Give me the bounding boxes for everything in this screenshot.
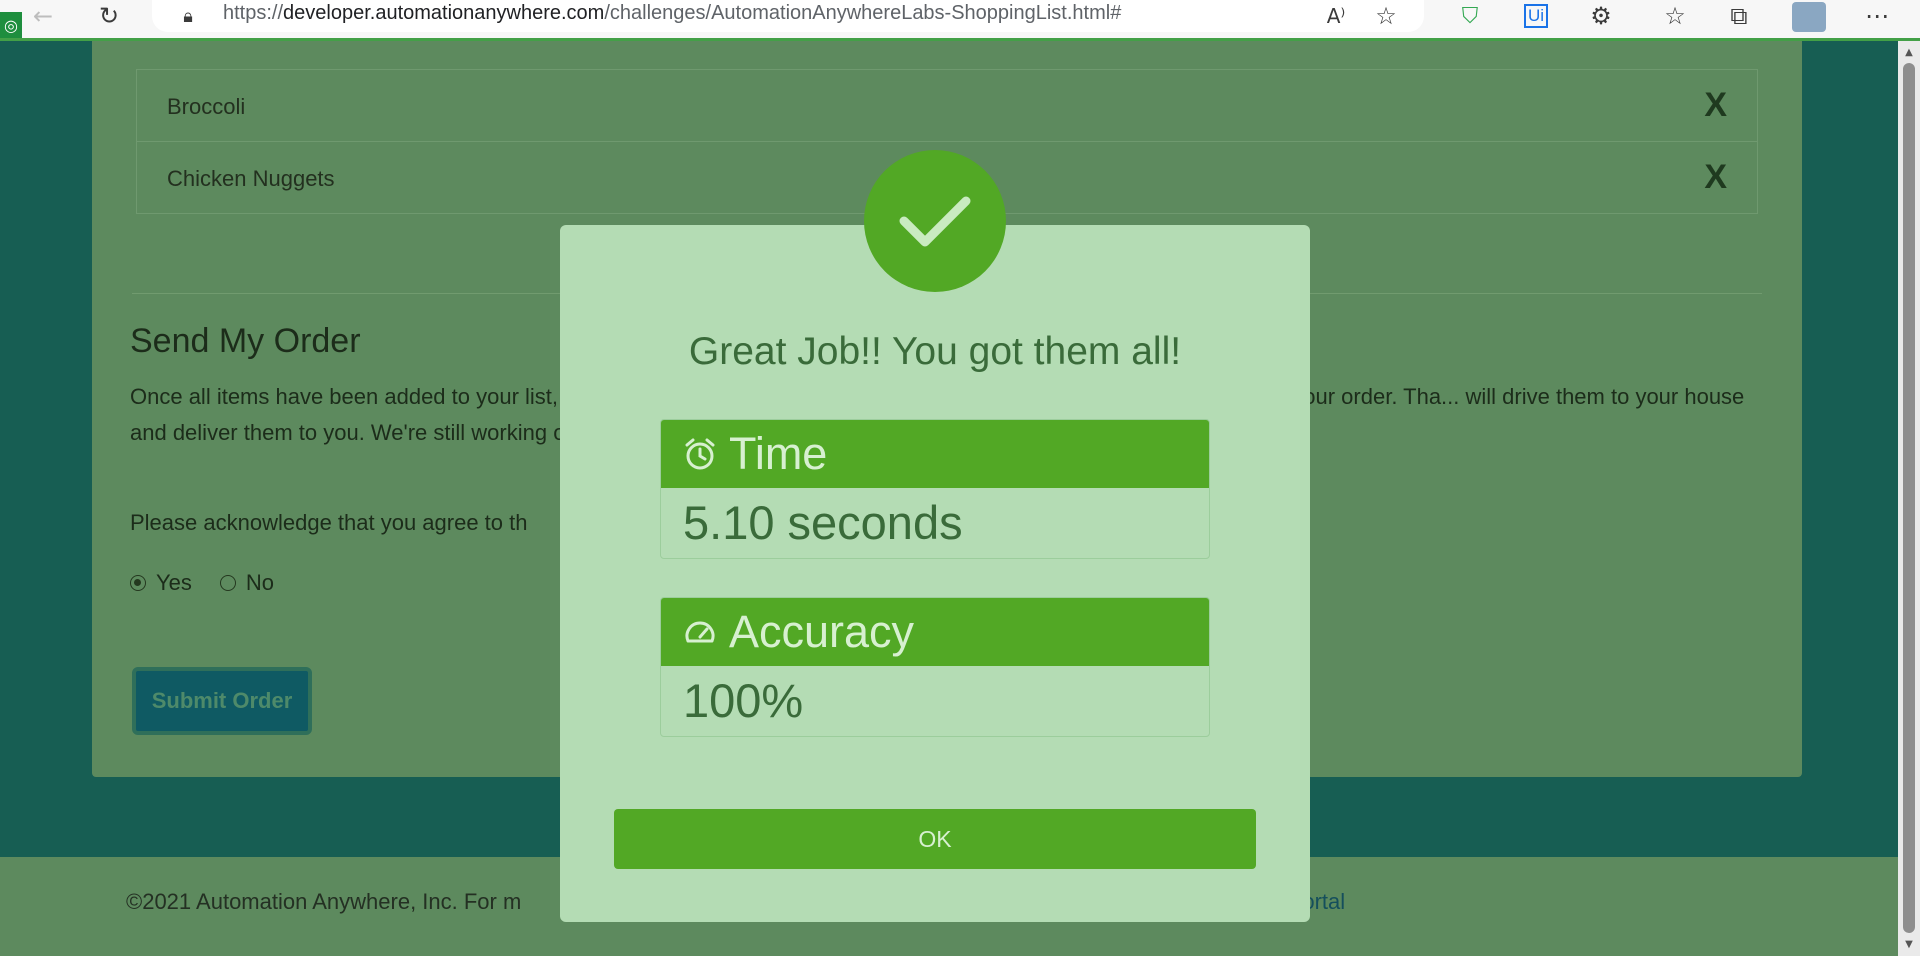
list-item-label: Broccoli bbox=[167, 94, 246, 119]
favorites-icon[interactable]: ☆ bbox=[1660, 2, 1690, 30]
radio-no[interactable] bbox=[219, 575, 236, 591]
uipath-extension-icon[interactable]: Ui bbox=[1522, 3, 1550, 29]
scrollbar-thumb[interactable] bbox=[1903, 63, 1915, 933]
back-icon[interactable]: ← bbox=[28, 2, 58, 30]
lock-icon[interactable]: 🔒︎ bbox=[176, 3, 200, 29]
address-bar[interactable]: 🔒︎ https://developer.automationanywhere.… bbox=[152, 0, 1424, 32]
alarm-clock-icon bbox=[685, 438, 715, 470]
remove-item-button[interactable]: X bbox=[1704, 86, 1727, 125]
agree-radio-group: Yes No bbox=[130, 570, 274, 596]
remove-item-button[interactable]: X bbox=[1704, 158, 1727, 197]
scroll-up-icon[interactable]: ▲ bbox=[1898, 47, 1920, 58]
list-item: Broccoli X bbox=[136, 69, 1758, 142]
radio-yes-label[interactable]: Yes bbox=[156, 570, 192, 596]
profile-avatar[interactable] bbox=[1792, 2, 1826, 32]
acknowledge-text: Please acknowledge that you agree to th bbox=[130, 510, 528, 535]
url-text[interactable]: https://developer.automationanywhere.com… bbox=[223, 2, 1121, 25]
more-menu-icon[interactable]: ⋯ bbox=[1862, 2, 1892, 30]
accuracy-stat-header: Accuracy bbox=[661, 598, 1209, 666]
radio-yes[interactable] bbox=[130, 575, 146, 591]
time-value: 5.10 seconds bbox=[683, 496, 963, 549]
accuracy-stat-panel: Accuracy 100% bbox=[660, 597, 1210, 737]
gauge-icon bbox=[685, 621, 715, 643]
page-scrollbar[interactable]: ▲ ▼ bbox=[1898, 41, 1920, 956]
footer-copyright: ©2021 Automation Anywhere, Inc. For m bbox=[126, 889, 522, 914]
browser-toolbar: ← ↻ 🔒︎ https://developer.automationanywh… bbox=[0, 0, 1920, 40]
send-order-title: Send My Order bbox=[130, 322, 361, 360]
results-modal: Great Job!! You got them all! Time 5.10 … bbox=[560, 225, 1310, 922]
shield-extension-icon[interactable]: ⛉ bbox=[1456, 3, 1484, 29]
time-stat-header: Time bbox=[661, 420, 1209, 488]
read-aloud-icon[interactable]: A⁾ bbox=[1322, 3, 1350, 29]
modal-title: Great Job!! You got them all! bbox=[688, 330, 1182, 373]
extensions-icon[interactable]: ⚙ bbox=[1586, 2, 1616, 30]
time-stat-panel: Time 5.10 seconds bbox=[660, 419, 1210, 559]
scroll-down-icon[interactable]: ▼ bbox=[1898, 939, 1920, 950]
time-label: Time bbox=[729, 428, 828, 479]
refresh-icon[interactable]: ↻ bbox=[94, 2, 124, 30]
accuracy-label: Accuracy bbox=[729, 606, 915, 657]
submit-order-button[interactable]: Submit Order bbox=[132, 667, 312, 735]
success-checkmark-icon bbox=[864, 150, 1006, 292]
accuracy-value: 100% bbox=[683, 674, 804, 727]
radio-no-label[interactable]: No bbox=[246, 570, 274, 596]
ok-button[interactable]: OK bbox=[614, 809, 1256, 869]
add-favorite-icon[interactable]: ☆ bbox=[1372, 2, 1400, 30]
edge-sidebar-icon[interactable]: ◎ bbox=[0, 12, 22, 38]
list-item-label: Chicken Nuggets bbox=[167, 166, 335, 191]
collections-icon[interactable]: ⧉ bbox=[1724, 2, 1754, 30]
